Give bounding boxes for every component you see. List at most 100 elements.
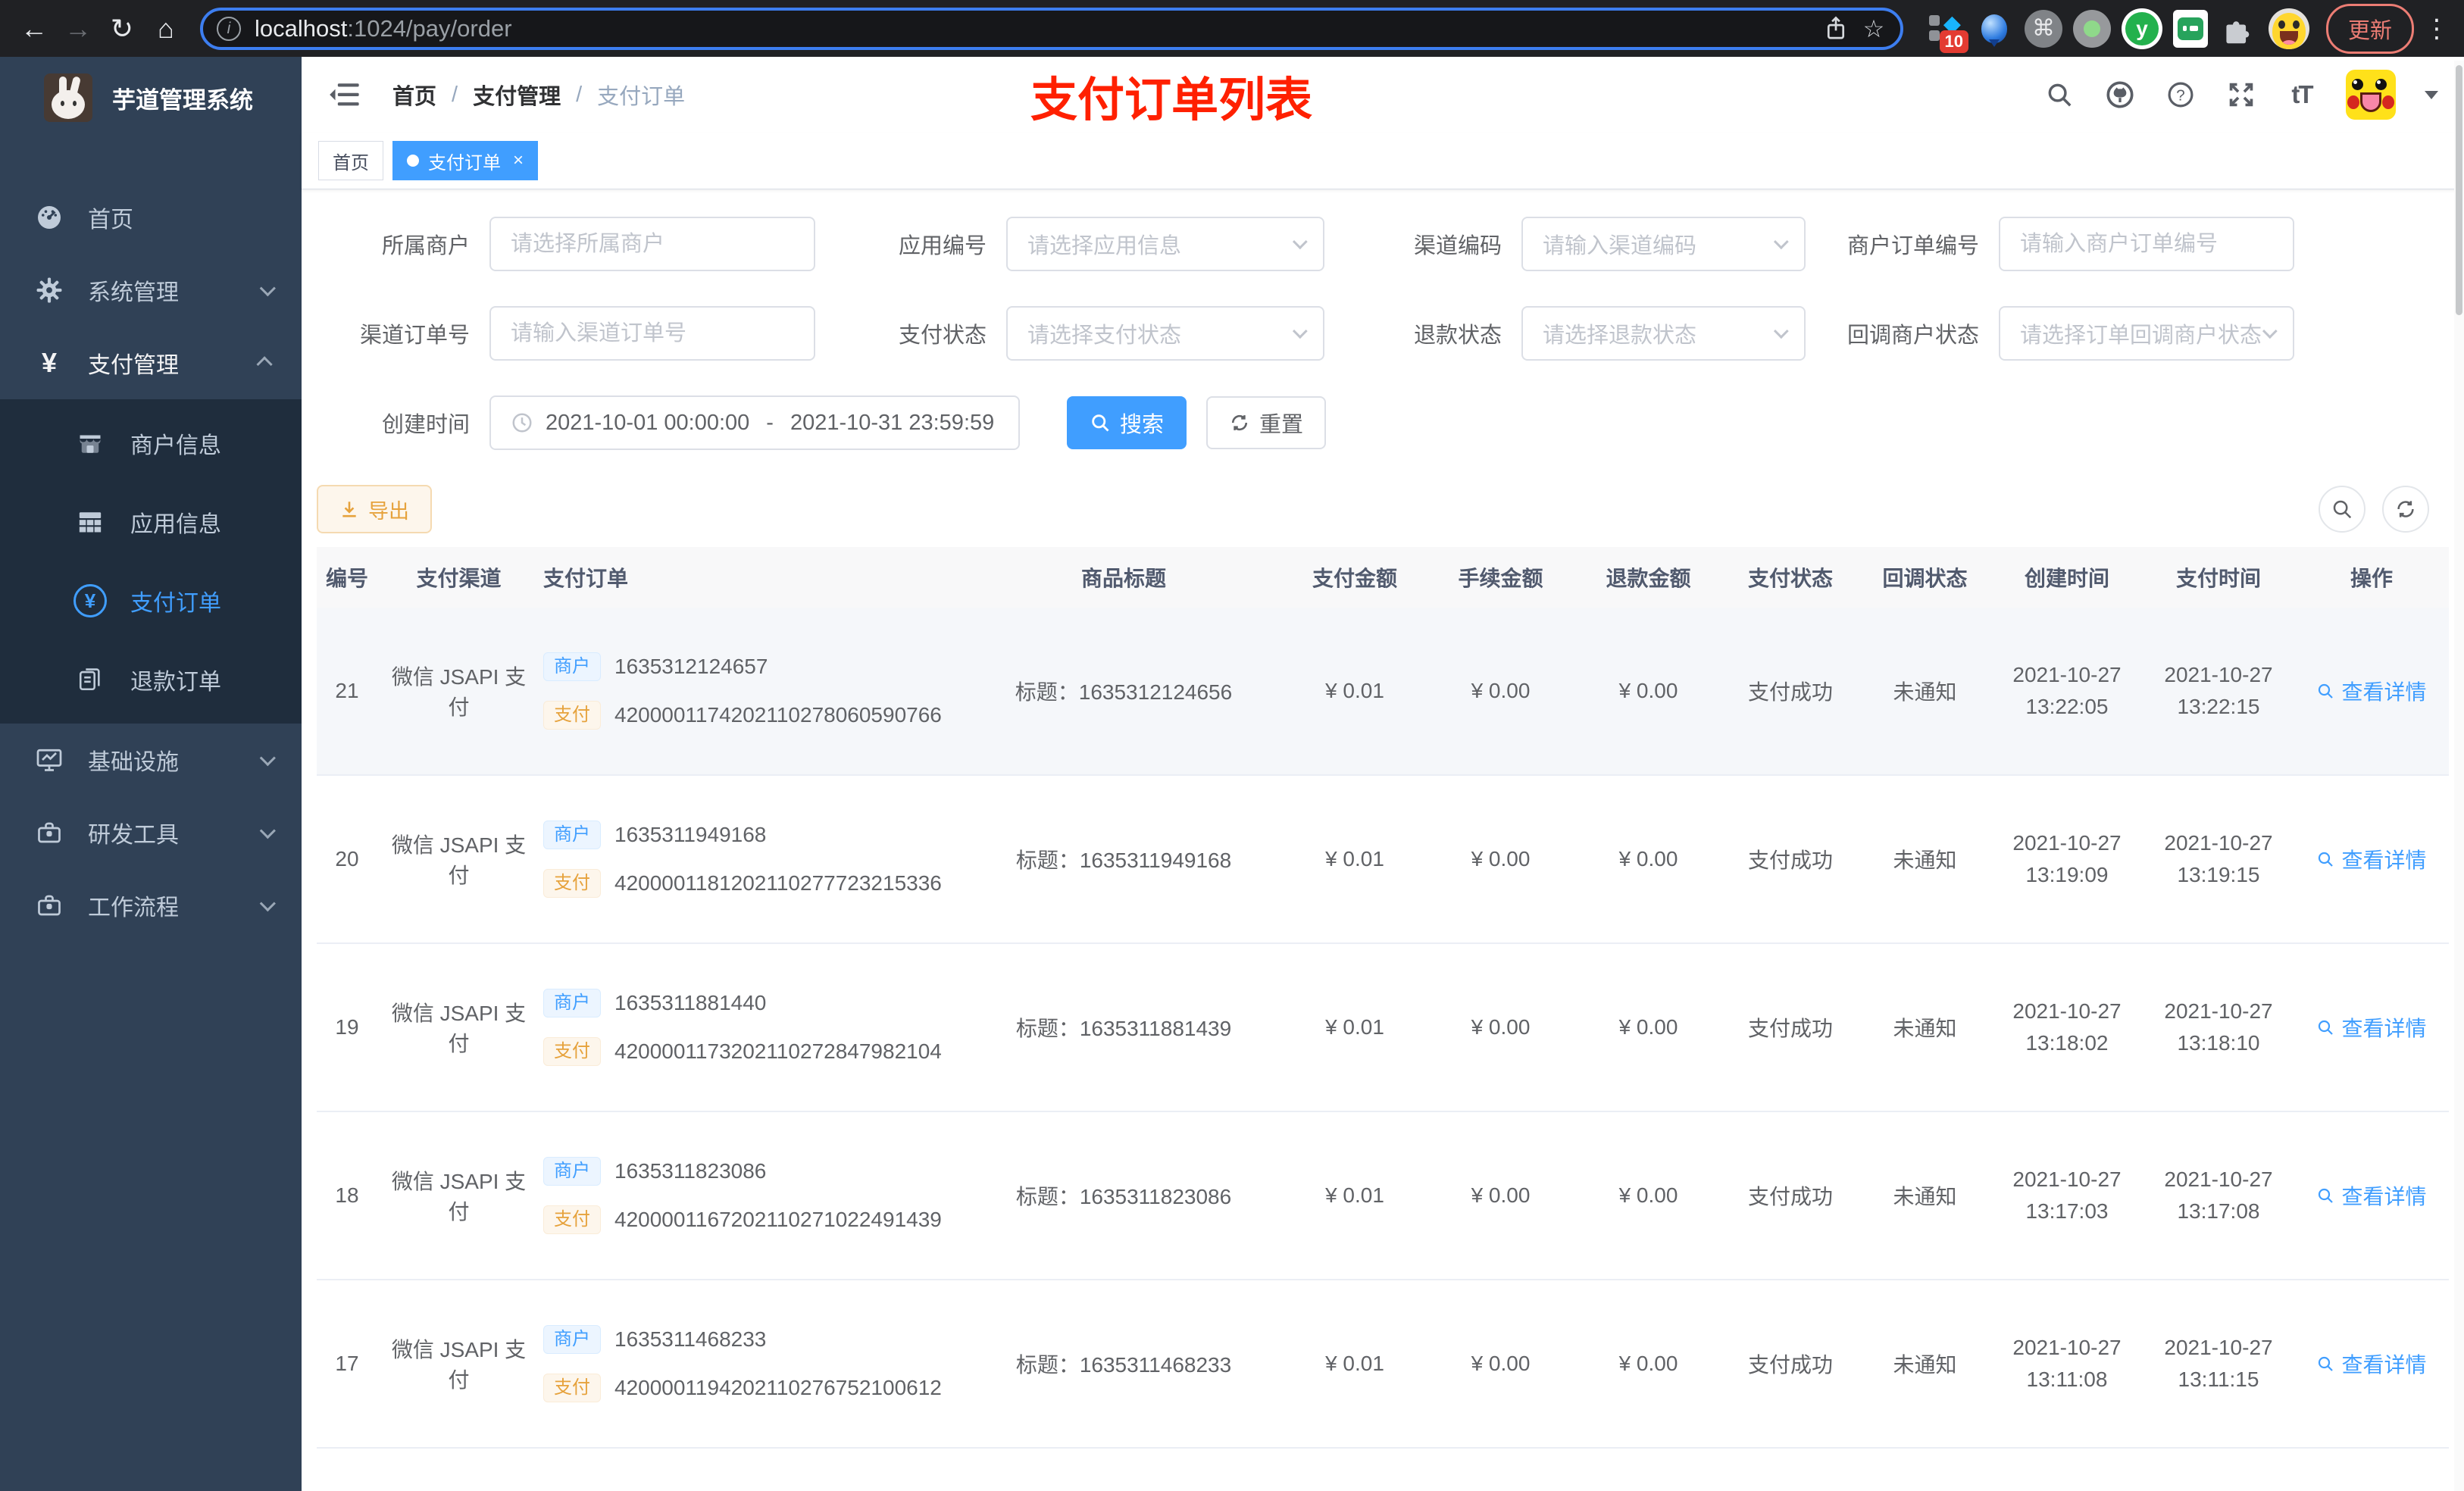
browser-reload-button[interactable]: ↻: [102, 8, 142, 49]
export-button[interactable]: 导出: [317, 485, 432, 533]
extensions-tray: ◆ 10 ⌘ y: [1925, 8, 2309, 53]
search-button[interactable]: 搜索: [1067, 396, 1187, 449]
topbar: 首页 / 支付管理 / 支付订单 支付订单列表 ? tT: [302, 57, 2464, 133]
sidebar-item-app-info[interactable]: 应用信息: [0, 483, 302, 561]
site-info-icon[interactable]: i: [217, 16, 241, 41]
browser-chrome: ← → ↻ ⌂ i localhost:1024/pay/order ☆ ◆ 1…: [0, 0, 2464, 57]
sidebar-item-home[interactable]: 首页: [0, 181, 302, 254]
browser-home-button[interactable]: ⌂: [145, 8, 186, 49]
toolbox-icon: [32, 819, 67, 846]
view-detail-link[interactable]: 查看详情: [2316, 1180, 2427, 1211]
browser-menu-icon[interactable]: ⋮: [2423, 14, 2450, 44]
refund-status-filter-label: 退款状态: [1413, 324, 1502, 348]
avatar-caret-icon[interactable]: [2425, 90, 2438, 99]
browser-back-button[interactable]: ←: [14, 8, 55, 49]
user-avatar[interactable]: [2346, 70, 2396, 120]
date-range-end[interactable]: 2021-10-31 23:59:59: [790, 411, 994, 436]
clock-icon: [511, 411, 533, 434]
gear-icon: [32, 277, 67, 304]
breadcrumb-current: 支付订单: [597, 85, 686, 109]
merchant-tag: 商户: [543, 652, 601, 681]
channel-order-no-field[interactable]: [489, 306, 815, 361]
tab-home[interactable]: 首页: [318, 141, 383, 180]
pay-status-select[interactable]: 请选择支付状态: [1006, 306, 1324, 361]
github-icon[interactable]: [2103, 78, 2137, 111]
channel-code-select[interactable]: 请输入渠道编码: [1521, 217, 1806, 271]
channel-order-no-input[interactable]: [511, 320, 794, 346]
pay-tag: 支付: [543, 869, 601, 898]
chat-extension-icon[interactable]: [2172, 9, 2208, 48]
help-icon[interactable]: ?: [2164, 78, 2197, 111]
bookmark-star-icon[interactable]: ☆: [1855, 10, 1893, 48]
command-extension-icon[interactable]: ⌘: [2024, 9, 2062, 48]
pay-tag: 支付: [543, 1205, 601, 1234]
sidebar-item-label: 退款订单: [130, 670, 221, 695]
table-row: 20 微信 JSAPI 支付 商户 1635311949168 支付 4200001…: [317, 776, 2449, 944]
sidebar-collapse-icon[interactable]: [327, 80, 361, 110]
view-detail-link[interactable]: 查看详情: [2316, 844, 2427, 874]
sidebar-item-label: 研发工具: [88, 823, 179, 848]
chevron-down-icon: [2262, 324, 2278, 339]
date-range-start[interactable]: 2021-10-01 00:00:00: [546, 411, 749, 436]
sidebar-item-refund-order[interactable]: 退款订单: [0, 640, 302, 719]
callback-status-select[interactable]: 请选择订单回调商户状态: [1999, 306, 2294, 361]
y-extension-icon[interactable]: y: [2121, 8, 2162, 49]
grid-icon: [73, 509, 108, 535]
pay-tag: 支付: [543, 701, 601, 730]
sidebar-item-payment[interactable]: ¥ 支付管理: [0, 327, 302, 399]
chevron-down-icon: [1773, 234, 1789, 250]
table-row: 17 微信 JSAPI 支付 商户 1635311468233 支付 4200001…: [317, 1280, 2449, 1449]
page-scrollbar[interactable]: [2454, 61, 2464, 1491]
browser-update-button[interactable]: 更新: [2325, 3, 2414, 54]
document-copy-icon: [73, 667, 108, 692]
reset-button[interactable]: 重置: [1206, 396, 1327, 449]
font-size-icon[interactable]: tT: [2285, 78, 2319, 111]
dashboard-icon: [32, 204, 67, 231]
tab-pay-order[interactable]: 支付订单 ×: [392, 141, 539, 180]
sidebar-item-label: 支付订单: [130, 591, 221, 616]
table-row-partial: 商户1635311951796: [317, 1449, 2449, 1491]
share-icon[interactable]: [1817, 10, 1855, 48]
shop-icon: [73, 430, 108, 457]
merchant-select[interactable]: [489, 217, 815, 271]
balloon-extension-icon[interactable]: [1975, 9, 2014, 48]
app-select[interactable]: 请选择应用信息: [1006, 217, 1324, 271]
emoji-avatar-icon[interactable]: [2268, 8, 2309, 49]
address-bar[interactable]: i localhost:1024/pay/order ☆: [200, 7, 1903, 50]
sidebar-item-system[interactable]: 系统管理: [0, 254, 302, 327]
extensions-puzzle-icon[interactable]: [2219, 9, 2258, 48]
toggle-search-button[interactable]: [2319, 486, 2366, 533]
sidebar-item-dev-tools[interactable]: 研发工具: [0, 796, 302, 869]
date-range-picker[interactable]: 2021-10-01 00:00:00 - 2021-10-31 23:59:5…: [489, 395, 1020, 450]
sidebar-item-merchant-info[interactable]: 商户信息: [0, 404, 302, 483]
active-tab-dot: [407, 155, 419, 167]
merchant-input[interactable]: [511, 231, 794, 257]
yen-icon: ¥: [41, 347, 58, 378]
tab-close-icon[interactable]: ×: [513, 150, 524, 171]
refund-status-select[interactable]: 请选择退款状态: [1521, 306, 1806, 361]
sidebar-item-workflow[interactable]: 工作流程: [0, 869, 302, 942]
sidebar-item-pay-order[interactable]: ¥ 支付订单: [0, 561, 302, 640]
url-text: localhost:1024/pay/order: [255, 14, 512, 42]
view-detail-link[interactable]: 查看详情: [2316, 1012, 2427, 1042]
app-logo: [44, 73, 92, 122]
browser-forward-button[interactable]: →: [58, 8, 98, 49]
table-row: 21 微信 JSAPI 支付 商户 1635312124657 支付 4200001…: [317, 608, 2449, 776]
app-logo-row[interactable]: 芋道管理系统: [0, 57, 302, 139]
search-icon[interactable]: [2043, 78, 2076, 111]
refresh-table-button[interactable]: [2382, 486, 2429, 533]
sidebar-item-infrastructure[interactable]: 基础设施: [0, 724, 302, 796]
callback-status-filter-label: 回调商户状态: [1846, 324, 1979, 348]
fullscreen-icon[interactable]: [2225, 78, 2258, 111]
breadcrumb-home[interactable]: 首页: [392, 79, 436, 111]
breadcrumb-payment[interactable]: 支付管理: [473, 79, 561, 111]
sidebar-item-label: 支付管理: [88, 353, 179, 378]
merchant-order-no-input[interactable]: [2020, 231, 2273, 257]
sketch-extension-icon[interactable]: ◆ 10: [1925, 9, 1968, 53]
filter-form: 所属商户 应用编号 请选择应用信息 渠道编码 请输入渠道编码 商户订单编号: [317, 189, 2449, 450]
view-detail-link[interactable]: 查看详情: [2316, 676, 2427, 706]
merchant-order-no-field[interactable]: [1999, 217, 2294, 271]
recorder-extension-icon[interactable]: [2072, 9, 2111, 48]
view-detail-link[interactable]: 查看详情: [2316, 1349, 2427, 1379]
yen-circle-icon: ¥: [73, 584, 108, 617]
